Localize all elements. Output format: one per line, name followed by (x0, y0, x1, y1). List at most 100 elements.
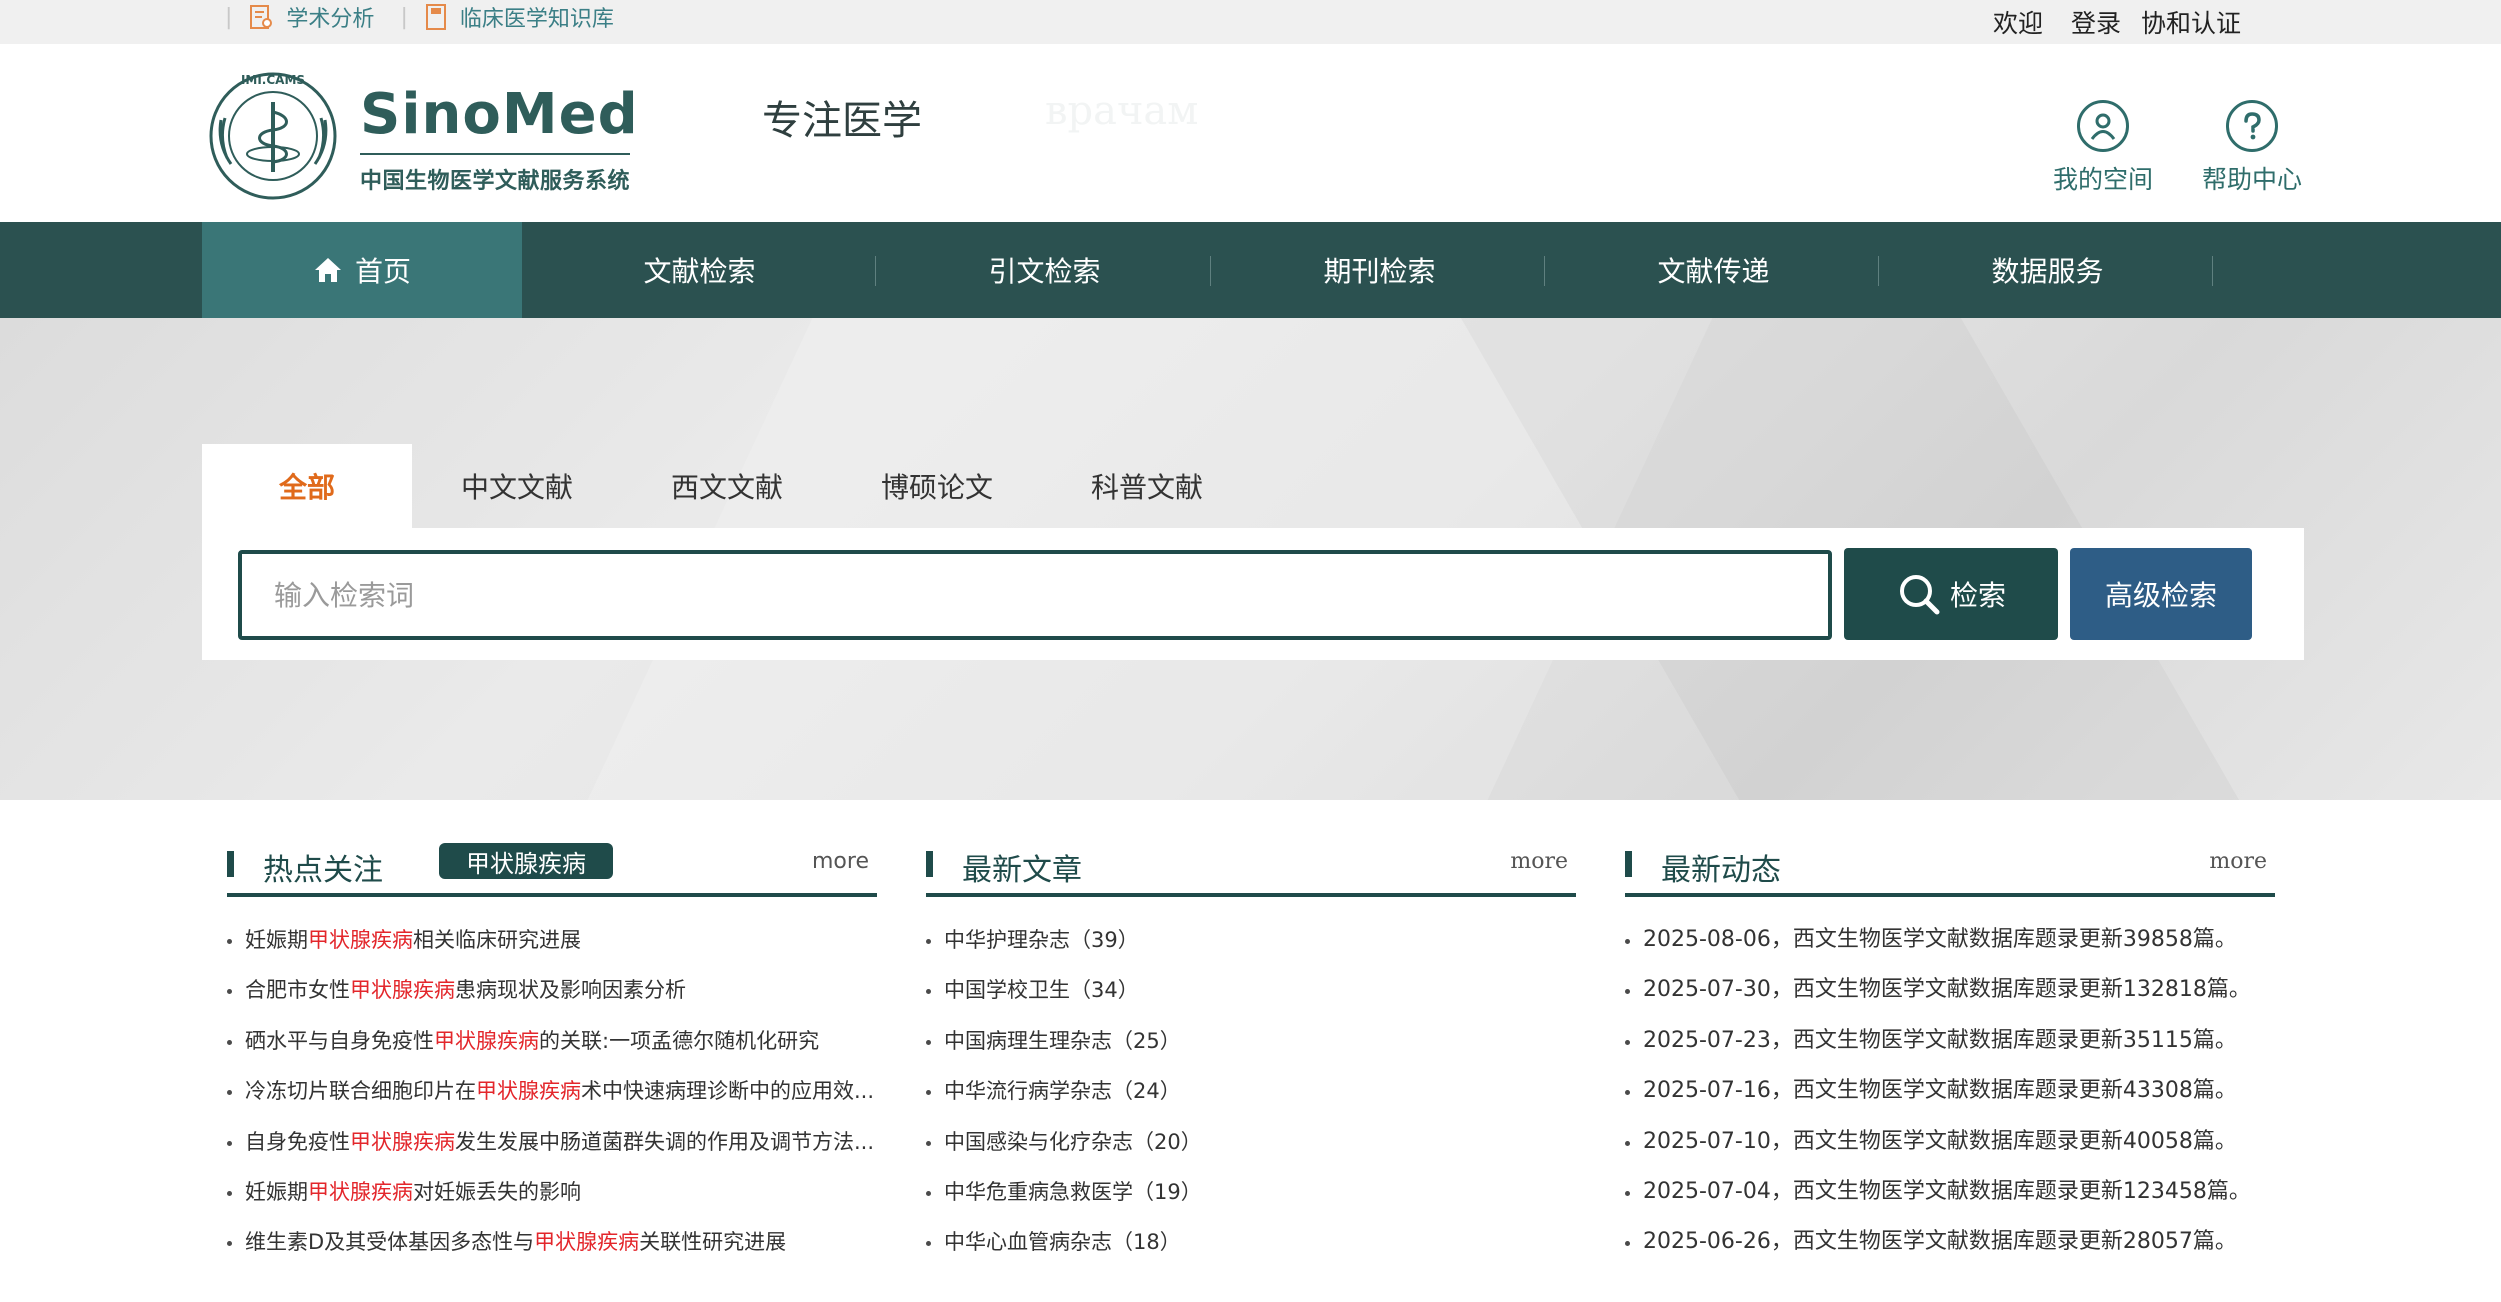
top-links: | 学术分析 | 临床医学知识库 (225, 0, 640, 34)
list-item[interactable]: 中国感染与化疗杂志（20） (926, 1117, 1576, 1167)
list-item[interactable]: 妊娠期甲状腺疾病对妊娠丢失的影响 (227, 1167, 877, 1217)
search-icon (1899, 575, 1940, 615)
clinical-knowledge-label: 临床医学知识库 (459, 7, 614, 32)
nav-label: 文献检索 (643, 255, 756, 288)
list-item[interactable]: 妊娠期甲状腺疾病相关临床研究进展 (227, 915, 877, 965)
list-item[interactable]: 中华流行病学杂志（24） (926, 1066, 1576, 1116)
slogan: 专注医学 (762, 98, 922, 144)
list-item[interactable]: 合肥市女性甲状腺疾病患病现状及影响因素分析 (227, 965, 877, 1015)
question-icon (2226, 100, 2278, 152)
list-item[interactable]: 中国学校卫生（34） (926, 965, 1576, 1015)
latest-articles-panel: 最新文章 more 中华护理杂志（39） 中国学校卫生（34） 中国病理生理杂志… (926, 835, 1576, 1268)
header-accent-bar (926, 851, 933, 877)
my-space-button[interactable]: 我的空间 (2048, 100, 2158, 196)
hot-list: 妊娠期甲状腺疾病相关临床研究进展 合肥市女性甲状腺疾病患病现状及影响因素分析 硒… (227, 915, 877, 1268)
list-item[interactable]: 自身免疫性甲状腺疾病发生发展中肠道菌群失调的作用及调节方法... (227, 1117, 877, 1167)
nav-divider (1544, 256, 1545, 286)
nav-item-document-delivery[interactable]: 文献传递 (1546, 222, 1881, 318)
panel-header: 热点关注 甲状腺疾病 more (227, 835, 877, 897)
nav-label: 引文检索 (988, 255, 1101, 288)
search-button-label: 检索 (1949, 579, 2006, 612)
book-icon (425, 4, 446, 30)
user-icon (2077, 100, 2129, 152)
caduceus-emblem-icon: IMI.CAMS (209, 72, 337, 200)
tab-dissertations[interactable]: 博硕论文 (832, 444, 1042, 528)
nav-divider (1878, 256, 1879, 286)
panel-header: 最新文章 more (926, 835, 1576, 897)
welcome-text: 欢迎 (1992, 9, 2043, 38)
header-accent-bar (1625, 851, 1632, 877)
site-header: IMI.CAMS SinoMed 中国生物医学文献服务系统 专注医学 врача… (0, 44, 2501, 222)
list-item[interactable]: 2025-07-23，西文生物医学文献数据库题录更新35115篇。 (1625, 1016, 2275, 1066)
search-tabs: 全部 中文文献 西文文献 博硕论文 科普文献 (202, 444, 1252, 528)
search-button[interactable]: 检索 (1844, 548, 2058, 640)
nav-item-citation-search[interactable]: 引文检索 (877, 222, 1212, 318)
top-utility-bar: | 学术分析 | 临床医学知识库 欢迎 登录 协和认证 (0, 0, 2501, 44)
list-item[interactable]: 2025-07-16，西文生物医学文献数据库题录更新43308篇。 (1625, 1066, 2275, 1116)
nav-divider (875, 256, 876, 286)
nav-home-label: 首页 (354, 255, 411, 288)
more-link[interactable]: more (2209, 849, 2267, 874)
emblem-text: IMI.CAMS (241, 73, 305, 87)
panel-title: 热点关注 (263, 853, 383, 888)
tab-chinese-literature[interactable]: 中文文献 (412, 444, 622, 528)
logo-rule (360, 153, 630, 155)
nav-label: 期刊检索 (1323, 255, 1436, 288)
header-accent-bar (227, 851, 234, 877)
logo-subtitle: 中国生物医学文献服务系统 (360, 169, 631, 194)
list-item[interactable]: 中华危重病急救医学（19） (926, 1167, 1576, 1217)
search-input[interactable] (238, 550, 1832, 640)
nav-divider (1210, 256, 1211, 286)
pumc-auth-link[interactable]: 协和认证 (2141, 4, 2241, 40)
list-item[interactable]: 中华心血管病杂志（18） (926, 1217, 1576, 1267)
panel-title: 最新动态 (1661, 853, 1781, 888)
academic-analysis-link[interactable]: 学术分析 (248, 1, 374, 33)
list-item[interactable]: 2025-08-06，西文生物医学文献数据库题录更新39858篇。 (1625, 915, 2275, 965)
nav-label: 数据服务 (1991, 255, 2104, 288)
divider: | (400, 4, 408, 30)
slogan-faded: врачам (1045, 88, 1199, 134)
my-space-label: 我的空间 (2052, 165, 2153, 194)
auth-links: 欢迎 登录 协和认证 (1965, 0, 2241, 44)
more-link[interactable]: more (812, 849, 869, 874)
list-item[interactable]: 冷冻切片联合细胞印片在甲状腺疾病术中快速病理诊断中的应用效... (227, 1066, 877, 1116)
home-icon (314, 258, 341, 282)
advanced-search-button[interactable]: 高级检索 (2070, 548, 2252, 640)
hot-topics-panel: 热点关注 甲状腺疾病 more 妊娠期甲状腺疾病相关临床研究进展 合肥市女性甲状… (227, 835, 877, 1268)
nav-item-literature-search[interactable]: 文献检索 (522, 222, 877, 318)
list-item[interactable]: 中国病理生理杂志（25） (926, 1016, 1576, 1066)
list-item[interactable]: 2025-07-30，西文生物医学文献数据库题录更新132818篇。 (1625, 965, 2275, 1015)
panel-title: 最新文章 (962, 853, 1082, 888)
list-item[interactable]: 2025-07-04，西文生物医学文献数据库题录更新123458篇。 (1625, 1167, 2275, 1217)
sinomed-logo[interactable]: IMI.CAMS SinoMed 中国生物医学文献服务系统 (205, 64, 645, 204)
academic-analysis-label: 学术分析 (286, 7, 375, 32)
tab-western-literature[interactable]: 西文文献 (622, 444, 832, 528)
help-center-label: 帮助中心 (2201, 165, 2302, 194)
nav-item-home[interactable]: 首页 (202, 222, 522, 318)
nav-item-data-services[interactable]: 数据服务 (1880, 222, 2215, 318)
nav-item-journal-search[interactable]: 期刊检索 (1212, 222, 1547, 318)
list-item[interactable]: 维生素D及其受体基因多态性与甲状腺疾病关联性研究进展 (227, 1217, 877, 1267)
list-item[interactable]: 中华护理杂志（39） (926, 915, 1576, 965)
topic-badge[interactable]: 甲状腺疾病 (439, 843, 613, 879)
list-item[interactable]: 2025-07-10，西文生物医学文献数据库题录更新40058篇。 (1625, 1117, 2275, 1167)
login-link[interactable]: 登录 (2071, 4, 2121, 40)
panel-header: 最新动态 more (1625, 835, 2275, 897)
logo-text: SinoMed 中国生物医学文献服务系统 (360, 82, 639, 195)
search-hero: 全部 中文文献 西文文献 博硕论文 科普文献 检索 高级检索 (0, 318, 2501, 800)
chart-document-icon (250, 5, 273, 29)
latest-news-panel: 最新动态 more 2025-08-06，西文生物医学文献数据库题录更新3985… (1625, 835, 2275, 1268)
main-nav: 首页 文献检索 引文检索 期刊检索 文献传递 数据服务 (0, 222, 2501, 318)
divider: | (225, 4, 233, 30)
clinical-knowledge-link[interactable]: 临床医学知识库 (424, 1, 614, 33)
news-list: 2025-08-06，西文生物医学文献数据库题录更新39858篇。 2025-0… (1625, 915, 2275, 1268)
nav-label: 文献传递 (1657, 255, 1770, 288)
list-item[interactable]: 2025-06-26，西文生物医学文献数据库题录更新28057篇。 (1625, 1217, 2275, 1267)
more-link[interactable]: more (1510, 849, 1568, 874)
nav-divider (2212, 256, 2213, 286)
list-item[interactable]: 硒水平与自身免疫性甲状腺疾病的关联:一项孟德尔随机化研究 (227, 1016, 877, 1066)
help-center-button[interactable]: 帮助中心 (2197, 100, 2307, 196)
tab-popular-science[interactable]: 科普文献 (1042, 444, 1252, 528)
tab-all[interactable]: 全部 (202, 444, 412, 528)
logo-title: SinoMed (360, 82, 639, 147)
